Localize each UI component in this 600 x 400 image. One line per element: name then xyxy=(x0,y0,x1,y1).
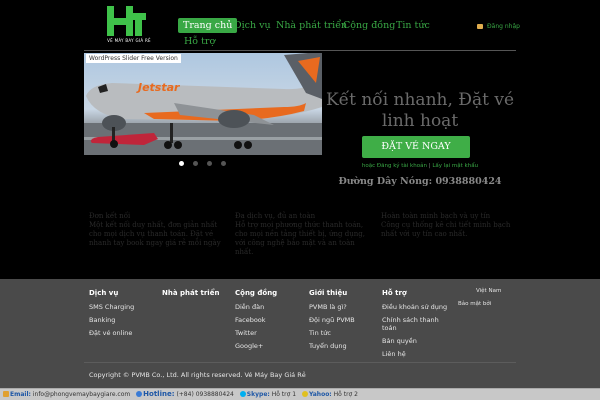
feature-multi-service: Đa dịch vụ, đủ an toàn Hỗ trợ mọi phương… xyxy=(235,212,370,257)
nav-support[interactable]: Hỗ trợ xyxy=(184,36,215,47)
yahoo-label: Yahoo: xyxy=(308,391,332,398)
email-icon xyxy=(3,391,9,397)
feature-title: Đa dịch vụ, đủ an toàn xyxy=(235,212,316,220)
login-link[interactable]: Đăng nhập xyxy=(477,23,520,30)
footer-link[interactable]: Banking xyxy=(89,316,159,324)
contact-bar: Email: info@phongvemaybaygiare.com Hotli… xyxy=(0,388,600,400)
slider-dot-2[interactable] xyxy=(193,161,198,166)
email-contact[interactable]: Email: info@phongvemaybaygiare.com xyxy=(3,391,130,398)
login-label: Đăng nhập xyxy=(487,23,520,30)
footer-link[interactable]: Facebook xyxy=(235,316,305,324)
slider-watermark: WordPress Slider Free Version xyxy=(86,54,181,63)
feature-text: Một kết nối duy nhất, đơn giản nhất cho … xyxy=(89,221,221,247)
footer-link[interactable]: Đội ngũ PVMB xyxy=(309,316,379,324)
image-slider[interactable]: Jetstar WordPress Slider Free Version xyxy=(84,53,322,155)
nav-developers[interactable]: Nhà phát triển xyxy=(276,20,347,31)
skype-contact[interactable]: Skype: Hỗ trợ 1 xyxy=(239,391,297,398)
skype-icon xyxy=(239,391,246,397)
slider-dot-4[interactable] xyxy=(221,161,226,166)
hotline-contact[interactable]: Hotline: (+84) 0938880424 xyxy=(136,390,234,398)
recover-password-link[interactable]: Lấy lại mật khẩu xyxy=(432,163,478,169)
skype-value: Hỗ trợ 1 xyxy=(271,391,297,398)
account-links: hoặc Đăng ký tài khoản | Lấy lại mật khẩ… xyxy=(325,163,515,169)
feature-title: Hoàn toàn minh bạch và uy tín xyxy=(381,212,491,220)
nav-news[interactable]: Tin tức xyxy=(396,20,430,31)
feature-single-connection: Đơn kết nối Một kết nối duy nhất, đơn gi… xyxy=(89,212,224,248)
hotline-text: Đường Dây Nóng: 0938880424 xyxy=(338,176,502,187)
footer-col-developers: Nhà phát triển xyxy=(162,289,232,303)
hotline-value: (+84) 0938880424 xyxy=(176,391,234,398)
footer-col-community: Cộng đồng Diễn đàn Facebook Twitter Goog… xyxy=(235,289,305,355)
nav-home[interactable]: Trang chủ xyxy=(178,18,238,33)
lock-icon xyxy=(477,24,483,29)
footer-col-title: Giới thiệu xyxy=(309,289,348,297)
email-value: info@phongvemaybaygiare.com xyxy=(32,391,131,398)
copyright-text: Copyright © PVMB Co., Ltd. All rights re… xyxy=(89,371,306,379)
footer-divider xyxy=(84,362,516,363)
footer-link[interactable]: SMS Charging xyxy=(89,303,159,311)
slider-dot-3[interactable] xyxy=(207,161,212,166)
security-label: Bảo mật bởi xyxy=(458,301,492,307)
footer-link[interactable]: Tuyển dụng xyxy=(309,342,379,350)
footer-link[interactable]: Tin tức xyxy=(309,329,379,337)
footer-link[interactable]: Diễn đàn xyxy=(235,303,305,311)
slider-dots xyxy=(176,160,236,168)
register-link[interactable]: hoặc Đăng ký tài khoản xyxy=(362,163,427,169)
language-selector[interactable]: Việt Nam xyxy=(476,288,501,294)
footer-link[interactable]: Twitter xyxy=(235,329,305,337)
nav-community[interactable]: Cộng đồng xyxy=(343,20,395,31)
footer-link[interactable]: Bản quyền xyxy=(382,337,454,345)
slider-dot-1[interactable] xyxy=(179,161,184,166)
logo-text: VÉ MÁY BAY GIÁ RẺ xyxy=(107,38,151,43)
hotline-label: Hotline: xyxy=(143,390,175,398)
footer-link[interactable]: PVMB là gì? xyxy=(309,303,379,311)
airplane-image xyxy=(84,53,322,155)
footer-col-title: Hỗ trợ xyxy=(382,289,407,297)
yahoo-icon xyxy=(301,391,308,397)
nav-services[interactable]: Dịch vụ xyxy=(234,20,271,31)
skype-label: Skype: xyxy=(246,391,270,398)
airline-mark: Jetstar xyxy=(138,81,180,94)
feature-transparency: Hoàn toàn minh bạch và uy tín Công cụ th… xyxy=(381,212,516,239)
footer-col-title: Dịch vụ xyxy=(89,289,119,297)
link-separator: | xyxy=(428,163,431,169)
book-now-button[interactable]: ĐẶT VÉ NGAY xyxy=(362,136,470,158)
footer-link[interactable]: Chính sách thanh toán xyxy=(382,316,454,332)
feature-text: Công cụ thống kê chi tiết minh bạch nhất… xyxy=(381,221,511,238)
feature-text: Hỗ trợ mọi phương thức thanh toán, cho m… xyxy=(235,221,365,256)
hero-title: Kết nối nhanh, Đặt vé linh hoạt xyxy=(325,90,515,131)
footer-link[interactable]: Liên hệ xyxy=(382,350,454,358)
footer-col-services: Dịch vụ SMS Charging Banking Đặt vé onli… xyxy=(89,289,159,342)
footer-col-title: Nhà phát triển xyxy=(162,289,220,297)
email-label: Email: xyxy=(10,391,31,398)
footer-col-support: Hỗ trợ Điều khoản sử dụng Chính sách tha… xyxy=(382,289,454,363)
header-divider xyxy=(84,50,516,51)
yahoo-value: Hỗ trợ 2 xyxy=(333,391,358,398)
feature-title: Đơn kết nối xyxy=(89,212,131,220)
footer-col-title: Cộng đồng xyxy=(235,289,278,297)
footer-link[interactable]: Đặt vé online xyxy=(89,329,159,337)
footer-col-about: Giới thiệu PVMB là gì? Đội ngũ PVMB Tin … xyxy=(309,289,379,355)
yahoo-contact[interactable]: Yahoo: Hỗ trợ 2 xyxy=(301,391,358,398)
phone-icon xyxy=(136,391,143,397)
footer-link[interactable]: Điều khoản sử dụng xyxy=(382,303,454,311)
footer-link[interactable]: Google+ xyxy=(235,342,305,350)
